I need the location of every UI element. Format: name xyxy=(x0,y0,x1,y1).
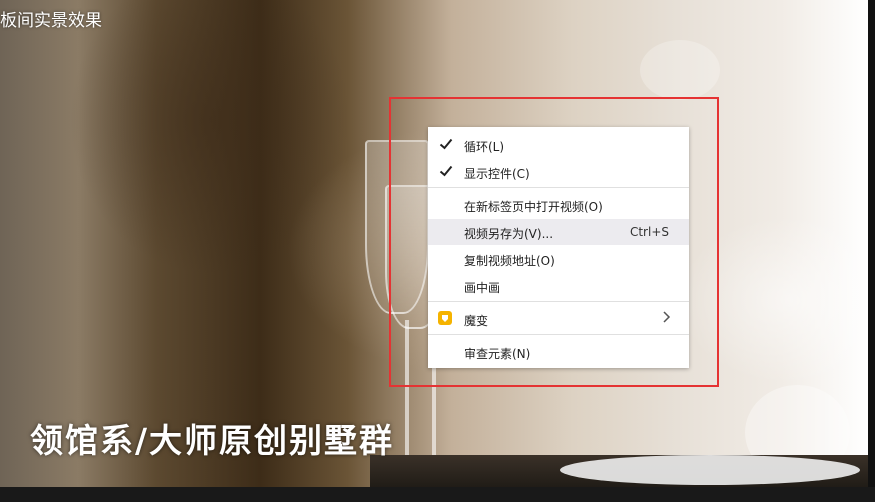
menu-item-picture-in-picture[interactable]: 画中画 xyxy=(428,273,689,299)
menu-item-label: 审查元素(N) xyxy=(464,347,531,361)
menu-item-open-video-new-tab[interactable]: 在新标签页中打开视频(O) xyxy=(428,192,689,218)
menu-item-label: 循环(L) xyxy=(464,140,505,154)
menu-item-label: 显示控件(C) xyxy=(464,167,530,181)
chevron-right-icon xyxy=(663,311,671,323)
menu-item-loop[interactable]: 循环(L) xyxy=(428,132,689,158)
menu-item-show-controls[interactable]: 显示控件(C) xyxy=(428,159,689,185)
menu-item-label: 在新标签页中打开视频(O) xyxy=(464,200,603,214)
menu-separator xyxy=(428,187,689,188)
menu-item-label: 复制视频地址(O) xyxy=(464,254,555,268)
menu-item-label: 魔变 xyxy=(464,314,489,328)
check-icon xyxy=(439,165,453,177)
check-icon xyxy=(439,138,453,150)
menu-item-inspect-element[interactable]: 审查元素(N) xyxy=(428,339,689,365)
menu-item-modifier-extension[interactable]: 魔变 xyxy=(428,306,689,332)
plate xyxy=(560,455,860,485)
video-bottom-bar xyxy=(0,487,875,502)
menu-item-label: 视频另存为(V)... xyxy=(464,227,554,241)
menu-item-save-video-as[interactable]: 视频另存为(V)... Ctrl+S xyxy=(428,219,689,245)
bokeh-light xyxy=(640,40,720,100)
window-edge xyxy=(868,0,875,502)
menu-item-label: 画中画 xyxy=(464,281,501,295)
menu-item-copy-video-address[interactable]: 复制视频地址(O) xyxy=(428,246,689,272)
menu-item-shortcut: Ctrl+S xyxy=(629,225,669,239)
context-menu: 循环(L) 显示控件(C) 在新标签页中打开视频(O) 视频另存为(V)... … xyxy=(428,127,689,368)
menu-separator xyxy=(428,334,689,335)
video-caption: 领馆系/大师原创别墅群 xyxy=(30,421,395,460)
menu-separator xyxy=(428,301,689,302)
extension-icon xyxy=(438,311,452,325)
video-top-title: 板间实景效果 xyxy=(0,11,102,31)
